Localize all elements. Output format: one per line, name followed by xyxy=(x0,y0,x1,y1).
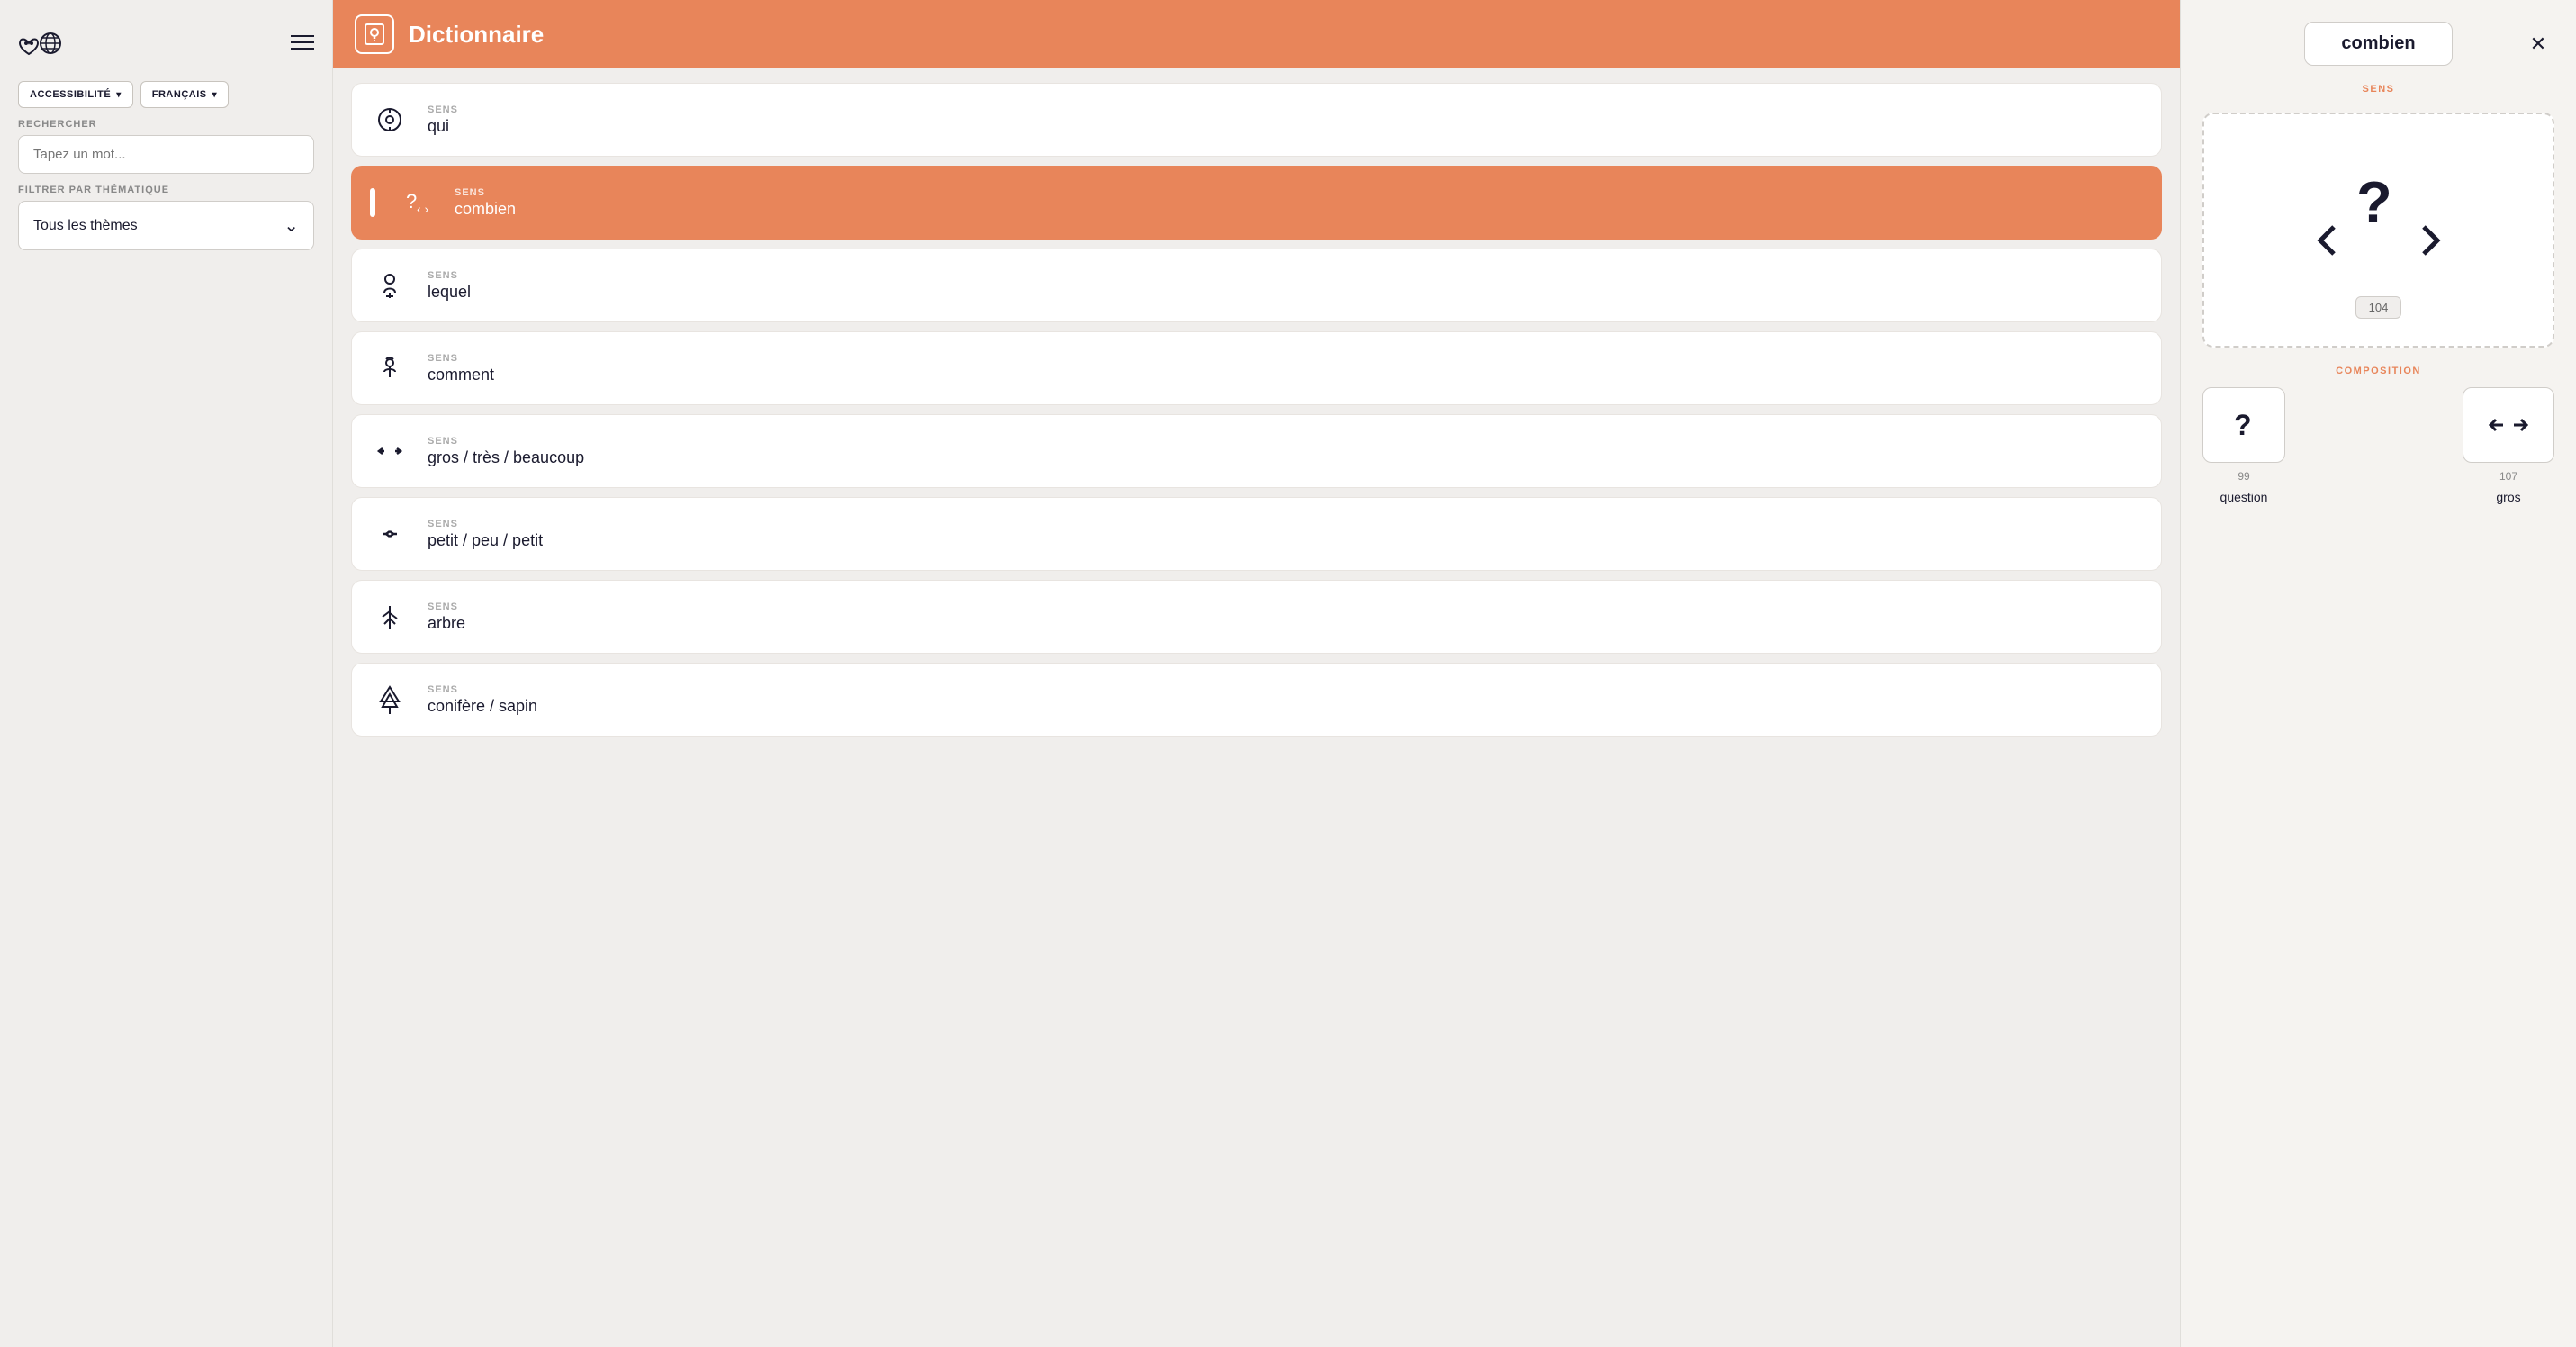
filter-chevron-icon: ⌄ xyxy=(284,214,299,237)
detail-title: combien xyxy=(2304,22,2452,66)
word-content-gros: SENS gros / très / beaucoup xyxy=(428,436,584,467)
composition-card-gros[interactable] xyxy=(2463,387,2554,463)
word-icon-comment xyxy=(370,348,410,388)
search-section: RECHERCHER xyxy=(18,119,314,174)
word-icon-arbre xyxy=(370,597,410,637)
main-content: Dictionnaire SENS qui ? xyxy=(333,0,2180,1347)
sign-number: 104 xyxy=(2355,296,2402,319)
logo xyxy=(18,25,63,59)
dictionary-icon xyxy=(355,14,394,54)
sidebar-controls: ACCESSIBILITÉ ▾ FRANÇAIS ▾ xyxy=(18,81,314,108)
sens-label: SENS xyxy=(2202,84,2554,95)
hamburger-button[interactable] xyxy=(291,35,314,50)
language-chevron: ▾ xyxy=(212,90,218,100)
sidebar: ACCESSIBILITÉ ▾ FRANÇAIS ▾ RECHERCHER FI… xyxy=(0,0,333,1347)
composition-item-question: ? 99 question xyxy=(2202,387,2285,504)
logo-icon xyxy=(18,25,63,59)
word-content-qui: SENS qui xyxy=(428,104,458,136)
word-icon-gros xyxy=(370,431,410,471)
word-icon-qui xyxy=(370,100,410,140)
filter-section-label: FILTRER PAR THÉMATIQUE xyxy=(18,185,314,195)
language-dropdown[interactable]: FRANÇAIS ▾ xyxy=(140,81,229,108)
theme-filter-dropdown[interactable]: Tous les thèmes ⌄ xyxy=(18,201,314,250)
word-card-comment[interactable]: SENS comment xyxy=(351,331,2162,405)
word-icon-combien: ? ‹ › xyxy=(397,183,437,222)
composition-item-gros: 107 gros xyxy=(2463,387,2554,504)
page-header: Dictionnaire xyxy=(333,0,2180,68)
word-content-comment: SENS comment xyxy=(428,353,494,384)
sign-illustration: ? xyxy=(2307,141,2451,285)
search-input[interactable] xyxy=(18,135,314,174)
accessibility-label: ACCESSIBILITÉ xyxy=(30,89,111,100)
word-card-arbre[interactable]: SENS arbre xyxy=(351,580,2162,654)
composition-section: COMPOSITION ? 99 question xyxy=(2202,366,2554,504)
page-title: Dictionnaire xyxy=(409,21,544,49)
composition-card-question[interactable]: ? xyxy=(2202,387,2285,463)
filter-section: FILTRER PAR THÉMATIQUE Tous les thèmes ⌄ xyxy=(18,185,314,250)
search-section-label: RECHERCHER xyxy=(18,119,314,130)
word-icon-petit xyxy=(370,514,410,554)
composition-label: COMPOSITION xyxy=(2202,366,2554,376)
word-card-qui[interactable]: SENS qui xyxy=(351,83,2162,157)
word-card-petit[interactable]: SENS petit / peu / petit xyxy=(351,497,2162,571)
active-indicator xyxy=(370,188,375,217)
svg-text:?: ? xyxy=(406,190,417,212)
filter-value: Tous les thèmes xyxy=(33,218,138,234)
word-content-arbre: SENS arbre xyxy=(428,601,465,633)
detail-header: combien ✕ xyxy=(2202,22,2554,66)
word-icon-lequel xyxy=(370,266,410,305)
word-content-lequel: SENS lequel xyxy=(428,270,471,302)
sidebar-header xyxy=(18,18,314,70)
sign-card: ? 104 xyxy=(2202,113,2554,348)
svg-text:‹ ›: ‹ › xyxy=(417,202,429,216)
word-card-conifere[interactable]: SENS conifère / sapin xyxy=(351,663,2162,737)
svg-text:?: ? xyxy=(2234,409,2252,441)
language-label: FRANÇAIS xyxy=(152,89,207,100)
word-content-combien: SENS combien xyxy=(455,187,516,219)
word-card-gros[interactable]: SENS gros / très / beaucoup xyxy=(351,414,2162,488)
svg-text:?: ? xyxy=(2356,169,2392,235)
close-button[interactable]: ✕ xyxy=(2522,28,2554,60)
composition-items: ? 99 question 107 gros xyxy=(2202,387,2554,504)
accessibility-chevron: ▾ xyxy=(116,90,122,100)
word-icon-conifere xyxy=(370,680,410,719)
word-card-lequel[interactable]: SENS lequel xyxy=(351,249,2162,322)
word-card-combien[interactable]: ? ‹ › SENS combien xyxy=(351,166,2162,240)
word-list: SENS qui ? ‹ › SENS combien xyxy=(333,68,2180,1347)
detail-panel: combien ✕ SENS ? 104 COMPOSITION ? xyxy=(2180,0,2576,1347)
word-content-conifere: SENS conifère / sapin xyxy=(428,684,537,716)
accessibility-dropdown[interactable]: ACCESSIBILITÉ ▾ xyxy=(18,81,133,108)
word-content-petit: SENS petit / peu / petit xyxy=(428,519,543,550)
